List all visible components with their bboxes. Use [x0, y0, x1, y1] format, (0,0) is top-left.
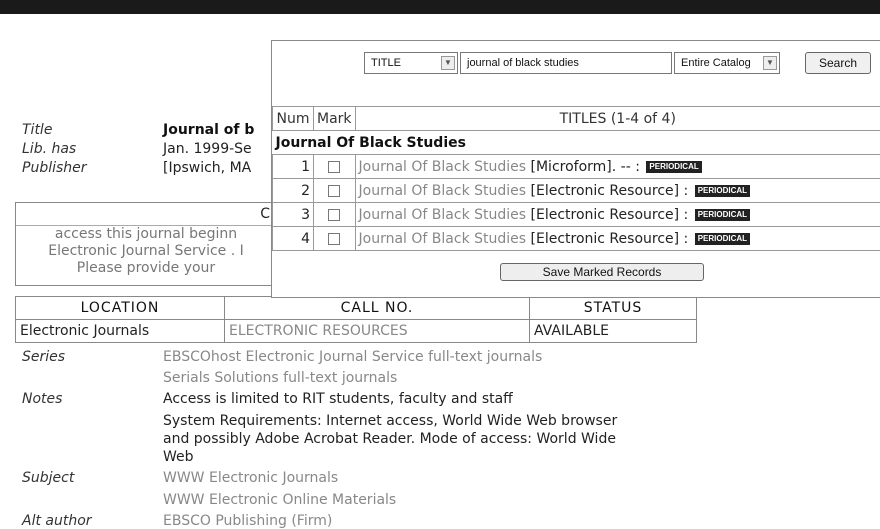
group-heading: Journal Of Black Studies: [273, 131, 880, 155]
title-cell: Journal Of Black Studies [Microform]. --…: [355, 155, 880, 179]
title-label: Title: [22, 122, 52, 138]
periodical-badge: PERIODICAL: [695, 185, 750, 197]
title-link[interactable]: Journal Of Black Studies: [359, 207, 527, 223]
mark-checkbox[interactable]: [328, 185, 340, 197]
subject-link[interactable]: WWW Electronic Journals: [163, 470, 338, 486]
search-button[interactable]: Search: [805, 52, 871, 74]
title-suffix: [Electronic Resource] :: [526, 231, 688, 247]
callno-header: CALL NO.: [225, 297, 530, 320]
title-results-popup: TITLE ▼ journal of black studies Entire …: [271, 40, 880, 298]
table-row: 2 Journal Of Black Studies [Electronic R…: [273, 179, 880, 203]
subject-label: Subject: [22, 470, 74, 486]
title-suffix: [Microform]. -- :: [526, 159, 640, 175]
table-row: 4 Journal Of Black Studies [Electronic R…: [273, 227, 880, 251]
status-header: STATUS: [530, 297, 697, 320]
chevron-down-icon: ▼: [763, 56, 777, 70]
alt-author-link[interactable]: EBSCO Publishing (Firm): [163, 513, 332, 529]
title-value: Journal of b: [163, 122, 254, 138]
mark-cell: [314, 227, 356, 251]
title-suffix: [Electronic Resource] :: [526, 183, 688, 199]
title-cell: Journal Of Black Studies [Electronic Res…: [355, 179, 880, 203]
row-num: 4: [273, 227, 314, 251]
mark-header: Mark: [314, 107, 356, 131]
subject-link[interactable]: WWW Electronic Online Materials: [163, 492, 396, 508]
mark-cell: [314, 179, 356, 203]
table-row: Electronic Journals ELECTRONIC RESOURCES…: [16, 320, 697, 343]
mark-cell: [314, 155, 356, 179]
notes-label: Notes: [22, 391, 62, 407]
notes-text: Access is limited to RIT students, facul…: [163, 391, 513, 407]
mark-checkbox[interactable]: [328, 209, 340, 221]
notes-text: and possibly Adobe Acrobat Reader. Mode …: [163, 431, 616, 447]
holdings-line: Electronic Journal Service . I: [16, 243, 276, 260]
lib-has-label: Lib. has: [22, 141, 76, 157]
location-table: LOCATION CALL NO. STATUS Electronic Jour…: [15, 296, 697, 343]
title-link[interactable]: Journal Of Black Studies: [359, 159, 527, 175]
mark-checkbox[interactable]: [328, 161, 340, 173]
row-num: 1: [273, 155, 314, 179]
table-row: 3 Journal Of Black Studies [Electronic R…: [273, 203, 880, 227]
location-table-header: LOCATION CALL NO. STATUS: [16, 297, 697, 320]
chevron-down-icon: ▼: [441, 56, 455, 70]
titles-table: Num Mark TITLES (1-4 of 4) Journal Of Bl…: [272, 106, 880, 251]
holdings-line: access this journal beginn: [16, 226, 276, 243]
series-link[interactable]: EBSCOhost Electronic Journal Service ful…: [163, 349, 542, 365]
group-heading-row: Journal Of Black Studies: [273, 131, 880, 155]
mark-checkbox[interactable]: [328, 233, 340, 245]
mark-cell: [314, 203, 356, 227]
scope-select[interactable]: Entire Catalog ▼: [674, 52, 780, 74]
periodical-badge: PERIODICAL: [695, 209, 750, 221]
titles-header: TITLES (1-4 of 4): [355, 107, 880, 131]
notes-text: System Requirements: Internet access, Wo…: [163, 413, 617, 429]
search-input[interactable]: journal of black studies: [460, 52, 672, 74]
title-link[interactable]: Journal Of Black Studies: [359, 183, 527, 199]
publisher-label: Publisher: [22, 160, 87, 176]
search-field-value: TITLE: [371, 57, 401, 69]
callno-cell: ELECTRONIC RESOURCES: [225, 320, 530, 343]
location-header: LOCATION: [16, 297, 225, 320]
title-suffix: [Electronic Resource] :: [526, 207, 688, 223]
title-cell: Journal Of Black Studies [Electronic Res…: [355, 203, 880, 227]
notes-text: Web: [163, 449, 194, 465]
alt-author-label: Alt author: [22, 513, 92, 529]
status-cell: AVAILABLE: [530, 320, 697, 343]
titles-header-row: Num Mark TITLES (1-4 of 4): [273, 107, 880, 131]
title-cell: Journal Of Black Studies [Electronic Res…: [355, 227, 880, 251]
scope-value: Entire Catalog: [681, 57, 751, 69]
top-bar: [0, 0, 880, 14]
save-marked-records-button[interactable]: Save Marked Records: [500, 263, 704, 281]
num-header: Num: [273, 107, 314, 131]
row-num: 2: [273, 179, 314, 203]
periodical-badge: PERIODICAL: [695, 233, 750, 245]
holdings-heading: C: [16, 203, 276, 226]
publisher-value: [Ipswich, MA: [163, 160, 251, 176]
series-label: Series: [22, 349, 65, 365]
table-row: 1 Journal Of Black Studies [Microform]. …: [273, 155, 880, 179]
series-link[interactable]: Serials Solutions full-text journals: [163, 370, 397, 386]
search-field-select[interactable]: TITLE ▼: [364, 52, 458, 74]
holdings-box: C access this journal beginn Electronic …: [15, 202, 277, 286]
row-num: 3: [273, 203, 314, 227]
location-cell: Electronic Journals: [16, 320, 225, 343]
periodical-badge: PERIODICAL: [646, 161, 701, 173]
holdings-line: Please provide your: [16, 260, 276, 277]
title-link[interactable]: Journal Of Black Studies: [359, 231, 527, 247]
search-bar: TITLE ▼ journal of black studies Entire …: [272, 52, 880, 74]
lib-has-value: Jan. 1999-Se: [163, 141, 252, 157]
